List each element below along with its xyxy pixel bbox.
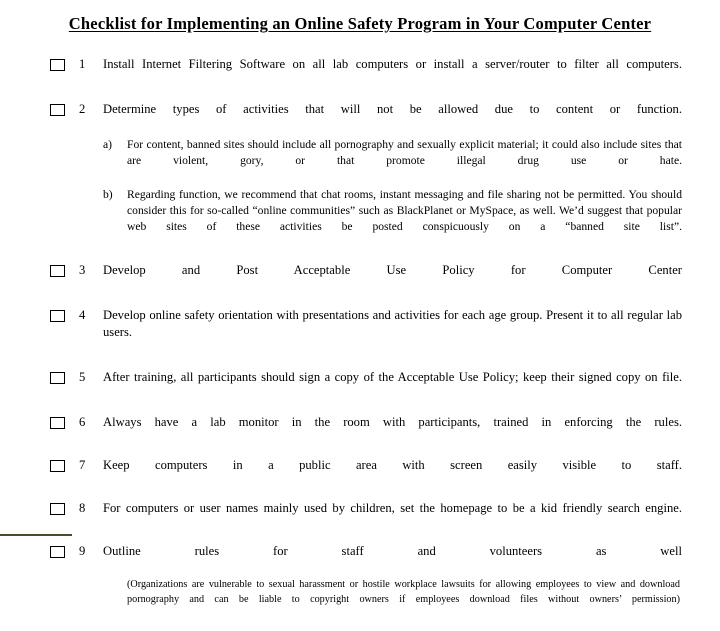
checklist-item: 9 Outline rules for staff and volunteers…	[0, 543, 720, 622]
page-title: Checklist for Implementing an Online Saf…	[68, 14, 652, 33]
subitem-text-a: For content, banned sites should include…	[127, 138, 682, 167]
subitem-marker-b: b)	[103, 188, 113, 201]
item-text-9: Outline rules for staff and volunteers a…	[103, 544, 682, 558]
item-text-4: Develop online safety orientation with p…	[103, 308, 682, 339]
checkbox-7[interactable]	[50, 460, 65, 472]
slide-canvas: Checklist for Implementing an Online Saf…	[0, 0, 720, 605]
checkbox-1[interactable]	[50, 59, 65, 71]
footer-accent-rule	[0, 534, 72, 536]
subitem-list: a) For content, banned sites should incl…	[103, 137, 682, 251]
checkbox-4[interactable]	[50, 310, 65, 322]
subitem-b: b) Regarding function, we recommend that…	[103, 187, 682, 251]
checklist-item: 6 Always have a lab monitor in the room …	[0, 414, 720, 448]
checkbox-5[interactable]	[50, 372, 65, 384]
item-text-7: Keep computers in a public area with scr…	[103, 458, 682, 472]
checklist: 1 Install Internet Filtering Software on…	[0, 56, 720, 631]
item-number-3: 3	[79, 263, 86, 277]
checkbox-6[interactable]	[50, 417, 65, 429]
checklist-item: 7 Keep computers in a public area with s…	[0, 457, 720, 491]
item-text-3: Develop and Post Acceptable Use Policy f…	[103, 263, 682, 277]
item-text-1: Install Internet Filtering Software on a…	[103, 57, 682, 71]
item-number-1: 1	[79, 57, 86, 71]
item-number-4: 4	[79, 308, 86, 322]
item-text-2: Determine types of activities that will …	[103, 102, 682, 116]
item-number-9: 9	[79, 544, 86, 558]
checklist-item: 5 After training, all participants shoul…	[0, 369, 720, 403]
checklist-item: 4 Develop online safety orientation with…	[0, 307, 720, 358]
subitem-text-b: Regarding function, we recommend that ch…	[127, 188, 682, 233]
item-text-6: Always have a lab monitor in the room wi…	[103, 415, 682, 429]
item-number-6: 6	[79, 415, 86, 429]
item-number-8: 8	[79, 501, 86, 515]
checkbox-8[interactable]	[50, 503, 65, 515]
item-text-8: For computers or user names mainly used …	[103, 501, 682, 515]
item-number-5: 5	[79, 370, 86, 384]
checklist-item: 1 Install Internet Filtering Software on…	[0, 56, 720, 90]
item-note-9: (Organizations are vulnerable to sexual …	[127, 579, 680, 605]
subitem-a: a) For content, banned sites should incl…	[103, 137, 682, 185]
checklist-item: 2 Determine types of activities that wil…	[0, 101, 720, 251]
checkbox-2[interactable]	[50, 104, 65, 116]
checklist-item: 3 Develop and Post Acceptable Use Policy…	[0, 262, 720, 296]
checkbox-3[interactable]	[50, 265, 65, 277]
item-text-5: After training, all participants should …	[103, 370, 682, 384]
checklist-item: 8 For computers or user names mainly use…	[0, 500, 720, 534]
item-number-7: 7	[79, 458, 86, 472]
subitem-marker-a: a)	[103, 138, 113, 151]
checkbox-9[interactable]	[50, 546, 65, 558]
item-number-2: 2	[79, 102, 86, 116]
